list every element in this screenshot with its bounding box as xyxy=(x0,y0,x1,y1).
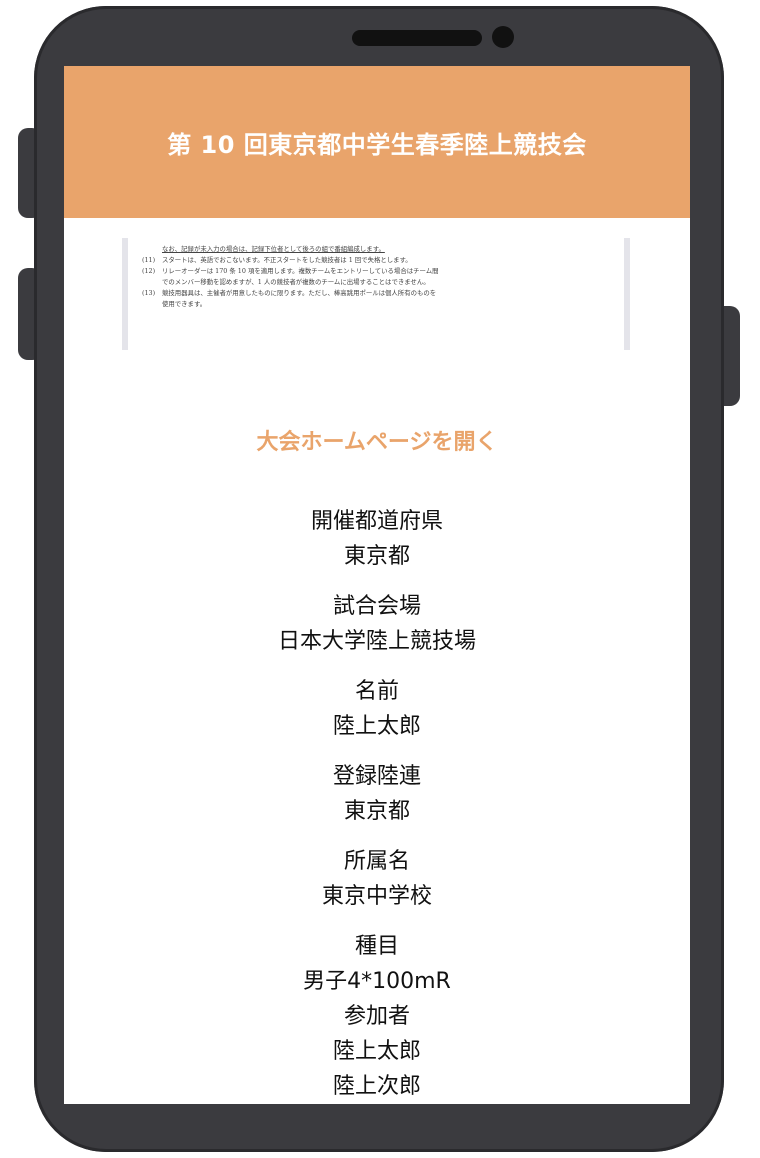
participant-name: 陸上次郎 xyxy=(332,1074,421,1099)
field-label: 参加者 xyxy=(343,1004,410,1029)
field-value: 東京中学校 xyxy=(321,884,432,909)
field-value: 男子4*100mR xyxy=(303,969,451,994)
entry-details: 開催都道府県 東京都 試合会場 日本大学陸上競技場 名前 陸上太郎 登録陸連 東… xyxy=(64,504,690,1104)
field-value: 東京都 xyxy=(343,799,410,824)
doc-line: でのメンバー移動を認めますが、1 人の競技者が複数のチームに出場することはできま… xyxy=(162,278,430,286)
speaker-grille xyxy=(352,30,482,46)
open-homepage-link[interactable]: 大会ホームページを開く xyxy=(64,424,690,456)
app-header: 第 10 回東京都中学生春季陸上競技会 xyxy=(64,66,690,218)
field-value: 日本大学陸上競技場 xyxy=(277,629,476,654)
field-event: 種目 男子4*100mR xyxy=(64,929,690,999)
doc-line: 使用できます。 xyxy=(162,300,207,308)
field-participants: 参加者 陸上太郎 陸上次郎 xyxy=(64,999,690,1104)
field-name: 名前 陸上太郎 xyxy=(64,674,690,744)
doc-line: (13) 競技用器具は、主催者が用意したものに限ります。ただし、棒高跳用ポールは… xyxy=(142,289,437,297)
doc-line: なお、記録が未入力の場合は、記録下位者として後ろの組で番組編成します。 xyxy=(162,245,385,253)
field-label: 開催都道府県 xyxy=(310,509,443,534)
participant-name: 陸上太郎 xyxy=(332,1039,421,1064)
field-label: 種目 xyxy=(354,934,399,959)
page-title: 第 10 回東京都中学生春季陸上競技会 xyxy=(167,130,587,159)
field-affiliation: 所属名 東京中学校 xyxy=(64,844,690,914)
front-camera xyxy=(492,26,514,48)
field-value: 陸上太郎 xyxy=(332,714,421,739)
document-preview[interactable]: なお、記録が未入力の場合は、記録下位者として後ろの組で番組編成します。 (11)… xyxy=(122,238,630,350)
field-prefecture: 開催都道府県 東京都 xyxy=(64,504,690,574)
doc-line: (11) スタートは、英語でおこないます。不正スタートをした競技者は 1 回で失… xyxy=(142,256,412,264)
field-label: 所属名 xyxy=(343,849,410,874)
field-label: 登録陸連 xyxy=(332,764,421,789)
field-value: 東京都 xyxy=(343,544,410,569)
field-label: 名前 xyxy=(354,679,399,704)
field-federation: 登録陸連 東京都 xyxy=(64,759,690,829)
phone-screen: 第 10 回東京都中学生春季陸上競技会 なお、記録が未入力の場合は、記録下位者と… xyxy=(64,66,690,1104)
doc-line: (12) リレーオーダーは 170 条 10 項を適用します。複数チームをエント… xyxy=(142,267,439,275)
field-label: 試合会場 xyxy=(332,594,421,619)
field-venue: 試合会場 日本大学陸上競技場 xyxy=(64,589,690,659)
